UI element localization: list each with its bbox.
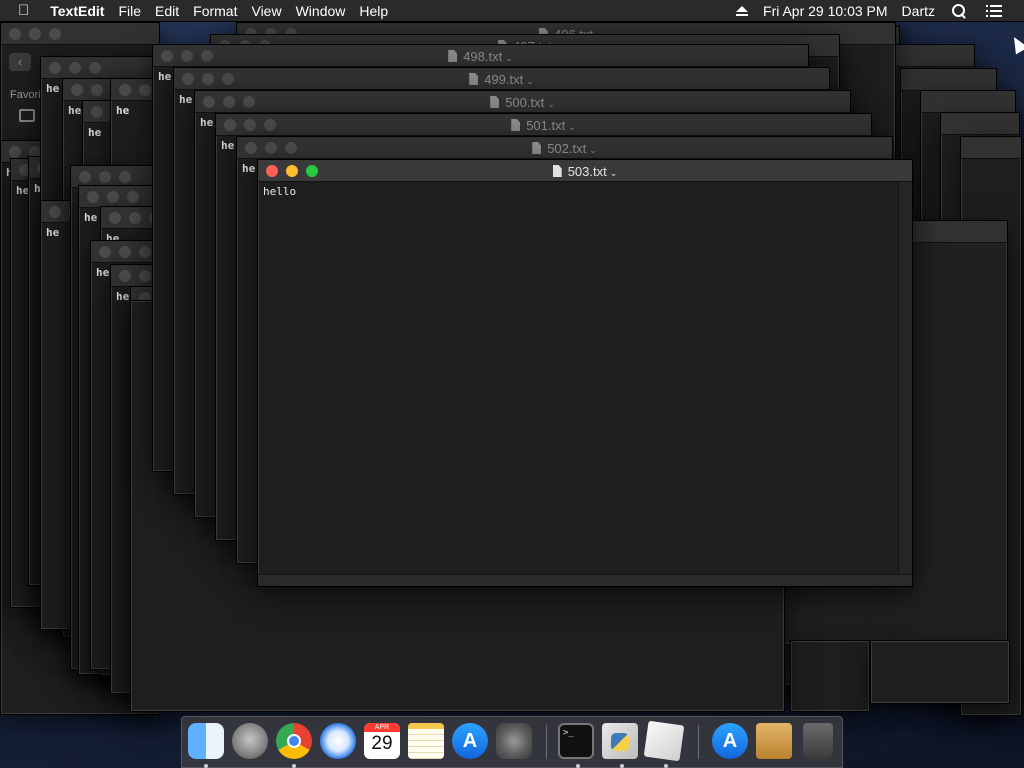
apple-menu-icon[interactable]: : [0, 0, 43, 22]
background-window[interactable]: [790, 640, 870, 712]
python-launcher-icon[interactable]: [602, 723, 638, 759]
chevron-down-icon[interactable]: ⌄: [547, 99, 555, 109]
safari-icon[interactable]: [320, 723, 356, 759]
document-icon: [448, 50, 458, 62]
package-installer-icon[interactable]: [756, 723, 792, 759]
notes-icon[interactable]: [408, 723, 444, 759]
trash-icon[interactable]: [803, 723, 833, 759]
window-title: 498.txt: [463, 49, 503, 64]
spotlight-search-icon[interactable]: [952, 3, 966, 18]
menu-clock[interactable]: Fri Apr 29 10:03 PM: [756, 0, 895, 22]
menu-bar:  TextEdit File Edit Format View Window …: [0, 0, 1024, 22]
menu-window[interactable]: Window: [289, 0, 353, 22]
menu-edit[interactable]: Edit: [148, 0, 186, 22]
running-indicator: [664, 764, 668, 768]
window-title: 503.txt: [567, 164, 607, 179]
running-indicator: [576, 764, 580, 768]
calendar-icon[interactable]: APR 29: [364, 723, 400, 759]
recents-icon[interactable]: [19, 109, 35, 122]
app-store-downloads-icon[interactable]: A: [712, 723, 748, 759]
menu-help[interactable]: Help: [352, 0, 395, 22]
menu-format[interactable]: Format: [186, 0, 244, 22]
calendar-day: 29: [371, 733, 393, 754]
back-button[interactable]: ‹: [9, 53, 31, 71]
launchpad-icon[interactable]: [232, 723, 268, 759]
dock-separator: [698, 725, 699, 759]
menu-view[interactable]: View: [244, 0, 288, 22]
menu-file[interactable]: File: [111, 0, 148, 22]
running-indicator: [620, 764, 624, 768]
chevron-down-icon[interactable]: ⌄: [505, 53, 513, 63]
sidebar-favorites-label: Favori: [10, 89, 41, 101]
notification-center-icon[interactable]: [986, 4, 1002, 17]
window-title: 500.txt: [505, 95, 545, 110]
terminal-icon[interactable]: >_: [558, 723, 594, 759]
window-title: 499.txt: [484, 72, 524, 87]
app-store-icon[interactable]: A: [452, 723, 488, 759]
vertical-scrollbar[interactable]: [898, 182, 912, 574]
finder-icon[interactable]: [188, 723, 224, 759]
window-title: 501.txt: [526, 118, 566, 133]
window-title: 502.txt: [547, 141, 587, 156]
document-icon: [469, 73, 479, 85]
document-icon: [490, 96, 500, 108]
window-titlebar[interactable]: 503.txt ⌄: [258, 160, 912, 182]
document-icon: [511, 119, 521, 131]
textedit-icon[interactable]: [643, 720, 685, 762]
system-preferences-icon[interactable]: [496, 723, 532, 759]
chevron-down-icon[interactable]: ⌄: [526, 76, 534, 86]
dock: APR 29 A >_ A: [181, 716, 843, 768]
chevron-down-icon[interactable]: ⌄: [568, 122, 576, 132]
document-icon: [552, 165, 562, 177]
text-window-503[interactable]: 503.txt ⌄ hello: [257, 159, 913, 587]
calendar-month: APR: [364, 723, 400, 732]
horizontal-scrollbar[interactable]: [258, 574, 912, 586]
background-window[interactable]: [870, 640, 1010, 704]
menu-user[interactable]: Dartz: [895, 0, 942, 22]
eject-icon[interactable]: [736, 5, 749, 16]
terminal-prompt: >_: [563, 728, 574, 738]
document-icon: [532, 142, 542, 154]
running-indicator: [204, 764, 208, 768]
menu-app-name[interactable]: TextEdit: [43, 0, 111, 22]
dock-separator: [546, 725, 547, 759]
chevron-down-icon[interactable]: ⌄: [610, 168, 618, 178]
chrome-icon[interactable]: [276, 723, 312, 759]
running-indicator: [292, 764, 296, 768]
chevron-down-icon[interactable]: ⌄: [589, 145, 597, 155]
text-editor-area[interactable]: hello: [258, 182, 912, 198]
